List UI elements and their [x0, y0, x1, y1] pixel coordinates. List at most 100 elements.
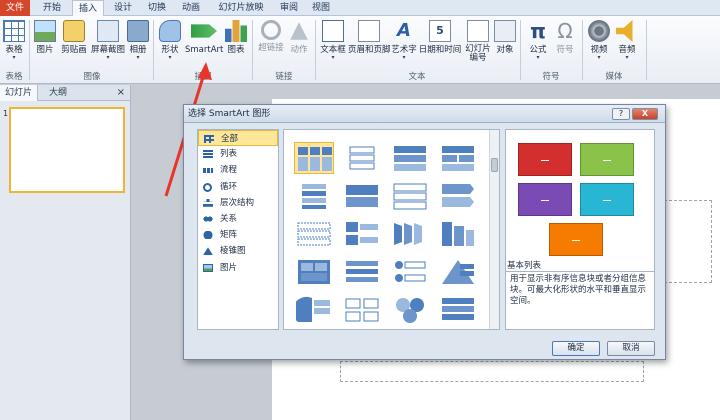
- layout-thumbnail[interactable]: [438, 142, 478, 174]
- picture-icon: [34, 20, 56, 42]
- category-cycle[interactable]: 循环: [198, 179, 278, 195]
- tab-outline[interactable]: 大纲: [44, 85, 72, 101]
- group-divider: [520, 20, 521, 80]
- layout-thumbnail[interactable]: [342, 256, 382, 288]
- screenshot-icon: [97, 20, 119, 42]
- layout-thumbnail[interactable]: [342, 294, 382, 326]
- category-hierarchy[interactable]: 层次结构: [198, 195, 278, 211]
- tab-view[interactable]: 视图: [306, 0, 336, 16]
- calendar-icon: 5: [429, 20, 451, 42]
- preview-shape: [518, 183, 572, 216]
- clipart-button[interactable]: 剪贴画: [59, 20, 89, 66]
- layout-thumbnail[interactable]: [438, 294, 478, 326]
- album-button[interactable]: 相册 ▾: [127, 20, 149, 66]
- matrix-icon: [203, 231, 213, 240]
- symbol-button[interactable]: Ω 符号: [553, 20, 577, 66]
- layout-thumbnail[interactable]: [294, 294, 334, 326]
- layout-preview: [505, 129, 655, 272]
- gallery-scrollbar[interactable]: [489, 130, 499, 329]
- layout-thumbnail[interactable]: [390, 294, 430, 326]
- close-icon[interactable]: ×: [117, 85, 125, 101]
- help-button[interactable]: ?: [612, 108, 630, 120]
- layout-description: 用于显示非有序信息块或者分组信息块。可最大化形状的水平和垂直显示空间。: [505, 271, 655, 330]
- layout-thumbnail[interactable]: [390, 218, 430, 250]
- header-footer-icon: [358, 20, 380, 42]
- layout-thumbnail[interactable]: [294, 218, 334, 250]
- hierarchy-icon: [203, 198, 213, 207]
- tab-home[interactable]: 开始: [36, 0, 68, 16]
- table-button[interactable]: 表格 ▾: [2, 20, 26, 66]
- group-label-image: 图像: [83, 72, 101, 82]
- placeholder-box[interactable]: [340, 361, 644, 382]
- tab-file[interactable]: 文件: [0, 0, 30, 16]
- wordart-button[interactable]: A 艺术字 ▾: [390, 20, 418, 66]
- tab-design[interactable]: 设计: [108, 0, 138, 16]
- layout-thumbnail[interactable]: [390, 142, 430, 174]
- slide-number-button[interactable]: 幻灯片编号: [463, 20, 493, 66]
- category-list: 全部 列表 流程 循环 层次结构 关系 矩阵 棱锥图 图片: [197, 129, 279, 330]
- preview-shape: [518, 143, 572, 176]
- layout-thumbnail[interactable]: [294, 142, 334, 174]
- tab-review[interactable]: 审阅: [274, 0, 304, 16]
- category-picture[interactable]: 图片: [198, 260, 278, 276]
- header-footer-button[interactable]: 页眉和页脚: [348, 20, 391, 66]
- layout-thumbnail[interactable]: [342, 218, 382, 250]
- category-pyramid[interactable]: 棱锥图: [198, 243, 278, 259]
- layout-thumbnail[interactable]: [438, 256, 478, 288]
- ok-button[interactable]: 确定: [552, 341, 600, 356]
- tab-transitions[interactable]: 切换: [142, 0, 172, 16]
- cycle-icon: [203, 182, 212, 192]
- layout-thumbnail[interactable]: [390, 180, 430, 212]
- preview-title: 基本列表: [507, 261, 542, 271]
- relationship-icon: [203, 214, 213, 223]
- layout-thumbnail[interactable]: [438, 180, 478, 212]
- slide-number-label: 1: [3, 109, 9, 118]
- tab-slides[interactable]: 幻灯片: [0, 85, 39, 101]
- group-divider: [315, 20, 316, 80]
- slide-thumbnail[interactable]: [9, 107, 125, 193]
- dialog-titlebar[interactable]: 选择 SmartArt 图形 ? X: [184, 105, 665, 123]
- preview-shape: [580, 143, 634, 176]
- layout-thumbnail[interactable]: [342, 180, 382, 212]
- object-button[interactable]: 对象: [494, 20, 516, 66]
- category-all[interactable]: 全部: [198, 130, 278, 147]
- album-icon: [127, 20, 149, 42]
- action-button[interactable]: 动作: [287, 20, 311, 66]
- layout-thumbnail[interactable]: [294, 180, 334, 212]
- layout-thumbnail[interactable]: [294, 256, 334, 288]
- wordart-icon: A: [397, 20, 411, 41]
- textbox-button[interactable]: 文本框 ▾: [318, 20, 348, 66]
- tab-animations[interactable]: 动画: [176, 0, 206, 16]
- category-relationship[interactable]: 关系: [198, 211, 278, 227]
- speaker-icon: [616, 20, 633, 42]
- preview-shape: [549, 223, 603, 256]
- screenshot-button[interactable]: 屏幕截图 ▾: [90, 20, 126, 66]
- cancel-button[interactable]: 取消: [607, 341, 655, 356]
- layout-thumbnail[interactable]: [438, 218, 478, 250]
- chart-button[interactable]: 图表: [225, 20, 247, 66]
- category-list-item[interactable]: 列表: [198, 146, 278, 162]
- grid-icon: [204, 135, 214, 143]
- scrollbar-thumb[interactable]: [491, 158, 498, 172]
- layout-thumbnail[interactable]: [390, 256, 430, 288]
- layout-thumbnail[interactable]: [342, 142, 382, 174]
- group-label-links: 链接: [275, 72, 293, 82]
- audio-button[interactable]: 音频 ▾: [615, 20, 639, 66]
- list-icon: [203, 150, 213, 159]
- menu-tab-bar: 文件 开始 插入 设计 切换 动画 幻灯片放映 审阅 视图: [0, 0, 720, 17]
- hyperlink-button[interactable]: 超链接: [256, 20, 286, 66]
- close-button[interactable]: X: [632, 108, 658, 120]
- ribbon: 表格 ▾ 表格 图片 剪贴画 屏幕截图 ▾ 相册 ▾ 图像 形状 ▾ Smart…: [0, 16, 720, 84]
- omega-icon: Ω: [557, 19, 573, 43]
- formula-button[interactable]: π 公式 ▾: [525, 20, 551, 66]
- category-matrix[interactable]: 矩阵: [198, 227, 278, 243]
- datetime-button[interactable]: 5 日期和时间: [418, 20, 462, 66]
- tab-insert[interactable]: 插入: [72, 0, 104, 17]
- tab-slideshow[interactable]: 幻灯片放映: [211, 0, 271, 16]
- category-process[interactable]: 流程: [198, 162, 278, 178]
- slides-panel: 幻灯片 大纲 × 1: [0, 85, 131, 420]
- picture-button[interactable]: 图片: [33, 20, 57, 66]
- smartart-icon: [191, 24, 217, 38]
- video-button[interactable]: 视频 ▾: [587, 20, 611, 66]
- action-icon: [290, 22, 308, 40]
